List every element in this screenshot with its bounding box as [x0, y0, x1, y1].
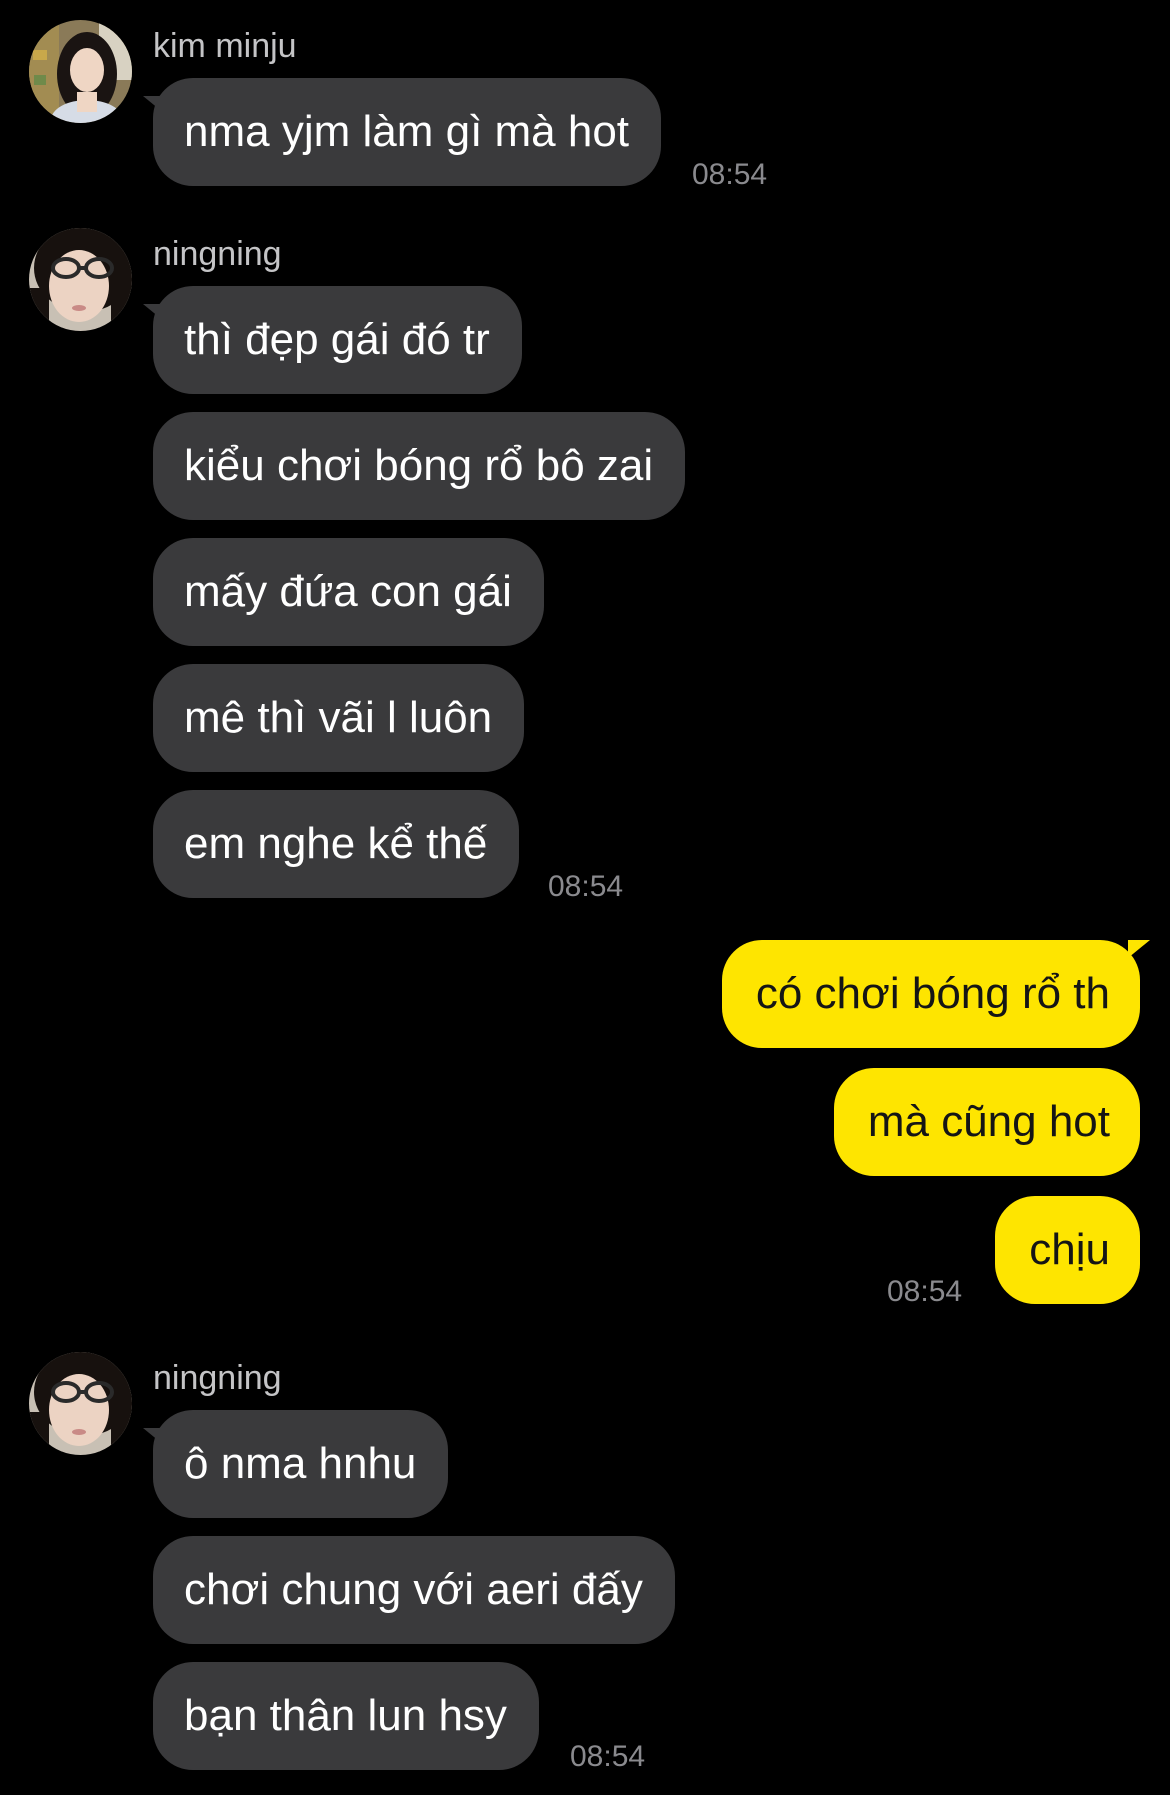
sender-name: kim minju: [153, 27, 297, 65]
avatar-photo-icon: [29, 20, 132, 123]
message-timestamp: 08:54: [887, 1275, 963, 1308]
message-timestamp: 08:54: [570, 1740, 646, 1773]
message-bubble[interactable]: mấy đứa con gái: [153, 538, 544, 646]
message-timestamp: 08:54: [692, 158, 768, 191]
message-bubble[interactable]: thì đẹp gái đó tr: [153, 286, 522, 394]
message-timestamp: 08:54: [548, 870, 624, 903]
message-bubble[interactable]: có chơi bóng rổ th: [721, 940, 1140, 1048]
ningning-avatar[interactable]: [29, 1352, 132, 1455]
ningning-avatar[interactable]: [29, 228, 132, 331]
message-bubble[interactable]: bạn thân lun hsy: [153, 1662, 539, 1770]
kim-minju-avatar[interactable]: [29, 20, 132, 123]
sender-name: ningning: [153, 235, 282, 273]
avatar-photo-icon: [29, 228, 132, 331]
message-bubble[interactable]: mà cũng hot: [833, 1068, 1140, 1176]
message-bubble[interactable]: kiểu chơi bóng rổ bô zai: [153, 412, 686, 520]
message-bubble[interactable]: mê thì vãi l luôn: [153, 664, 525, 772]
sender-name: ningning: [153, 1359, 282, 1397]
avatar-photo-icon: [29, 1352, 132, 1455]
message-bubble[interactable]: chịu: [995, 1196, 1140, 1304]
message-bubble[interactable]: chơi chung với aeri đấy: [153, 1536, 675, 1644]
message-bubble[interactable]: nma yjm làm gì mà hot: [153, 78, 662, 186]
message-bubble[interactable]: ô nma hnhu: [153, 1410, 449, 1518]
message-bubble[interactable]: em nghe kể thế: [153, 790, 520, 898]
